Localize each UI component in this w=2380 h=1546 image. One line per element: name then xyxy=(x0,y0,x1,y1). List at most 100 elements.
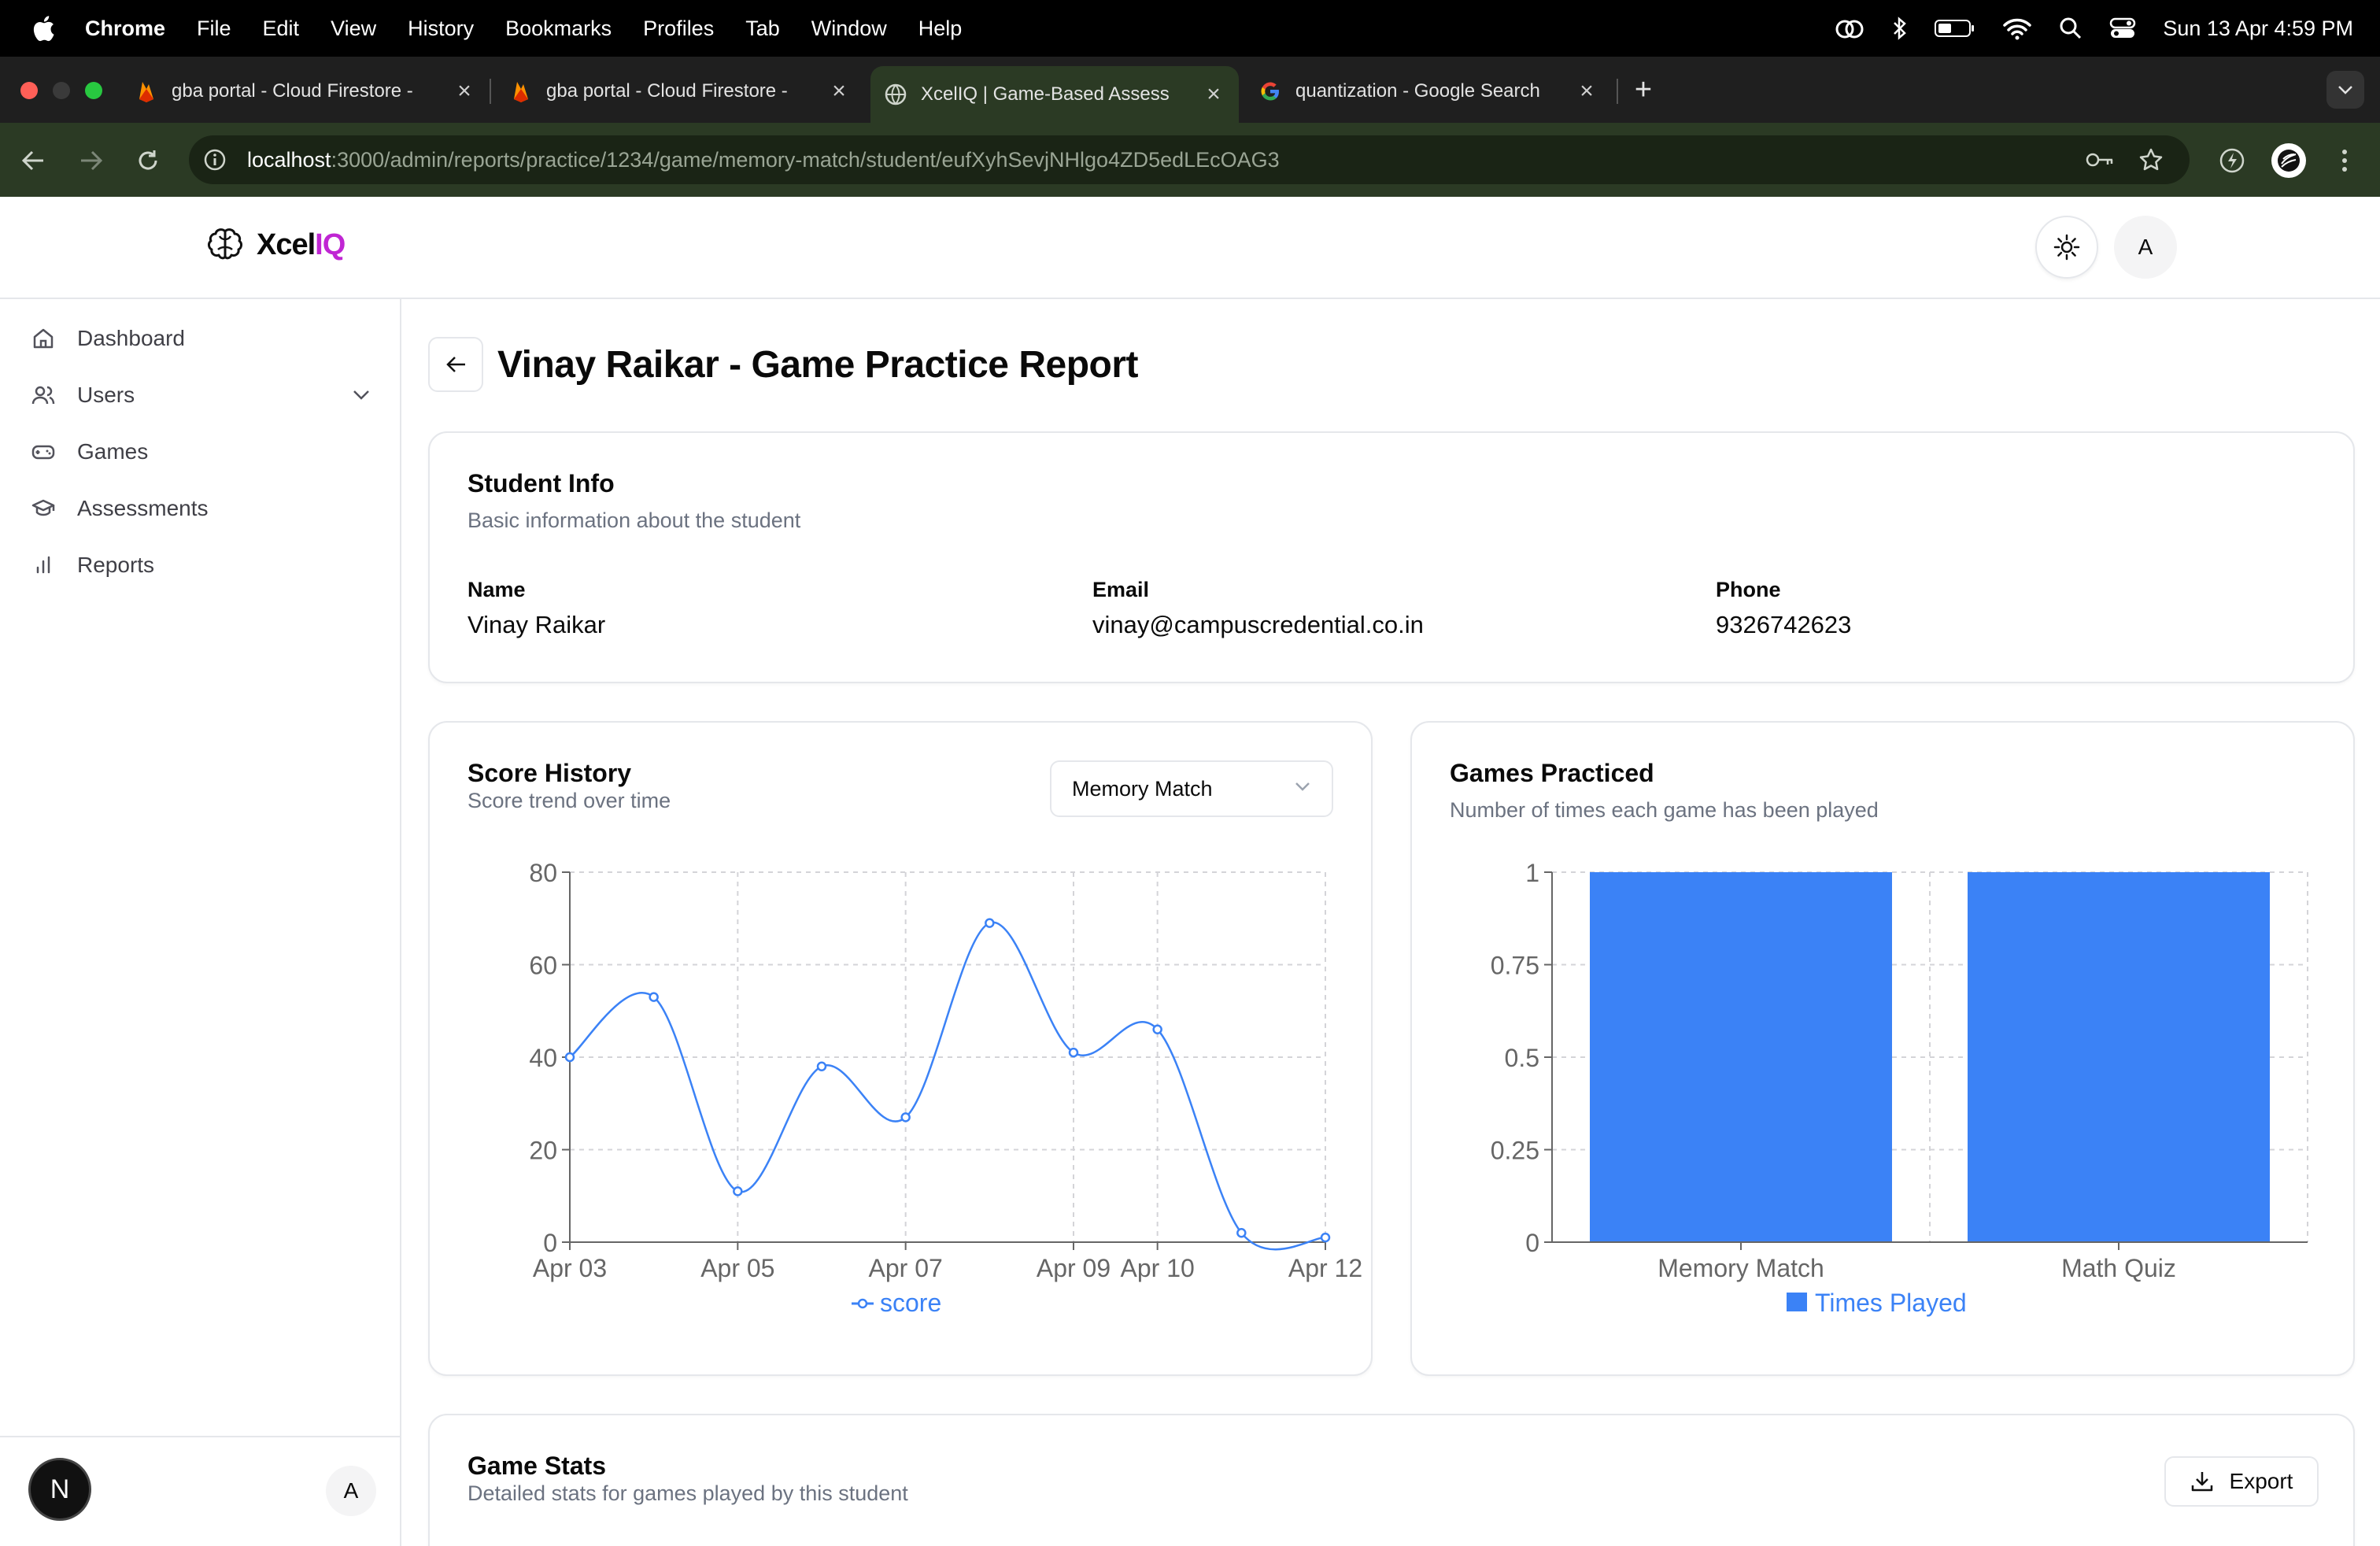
bluetooth-icon[interactable] xyxy=(1892,16,1908,41)
download-icon xyxy=(2191,1472,2212,1492)
browser-tab-2[interactable]: gba portal - Cloud Firestore - × xyxy=(510,66,850,117)
back-button[interactable] xyxy=(428,337,483,392)
game-select-dropdown[interactable]: Memory Match xyxy=(1050,760,1333,817)
menu-tab[interactable]: Tab xyxy=(745,17,780,41)
menu-help[interactable]: Help xyxy=(918,17,963,41)
y-tick-label: 20 xyxy=(529,1137,557,1165)
sidebar-footer: N A xyxy=(0,1436,401,1546)
address-url-text: localhost:3000/admin/reports/practice/12… xyxy=(247,135,1280,184)
bookmark-star-icon[interactable] xyxy=(2138,146,2164,173)
extension-bolt-icon[interactable] xyxy=(2216,145,2248,176)
menu-view[interactable]: View xyxy=(331,17,376,41)
firebase-icon xyxy=(135,80,157,102)
theme-toggle-button[interactable] xyxy=(2035,216,2098,279)
user-avatar[interactable]: A xyxy=(2114,216,2177,279)
score-history-title: Score History xyxy=(468,759,632,787)
name-value: Vinay Raikar xyxy=(468,611,606,638)
games-practiced-title: Games Practiced xyxy=(1450,759,1654,787)
new-tab-plus-icon[interactable]: + xyxy=(1629,73,1658,106)
bar-math-quiz xyxy=(1968,872,2270,1242)
tab-close-button[interactable]: × xyxy=(1576,80,1598,103)
avatar-initial: A xyxy=(2138,235,2153,259)
x-tick-label: Apr 07 xyxy=(869,1254,943,1282)
tab-title: XcelIQ | Game-Based Assess xyxy=(921,83,1170,105)
menu-file[interactable]: File xyxy=(197,17,231,41)
macos-menubar: Chrome File Edit View History Bookmarks … xyxy=(0,0,2380,57)
nextjs-badge[interactable]: N xyxy=(28,1458,91,1521)
more-options-icon[interactable] xyxy=(2333,145,2356,176)
tab-search-dropdown-icon[interactable] xyxy=(2326,71,2364,109)
menu-window[interactable]: Window xyxy=(811,17,887,41)
x-tick-label: Apr 09 xyxy=(1037,1254,1111,1282)
password-key-icon[interactable] xyxy=(2086,146,2114,173)
legend-label: score xyxy=(880,1289,941,1317)
export-label: Export xyxy=(2229,1469,2293,1493)
avatar-initial: A xyxy=(343,1478,359,1503)
back-arrow-icon[interactable] xyxy=(17,145,49,176)
site-info-icon[interactable] xyxy=(203,148,227,172)
spotlight-search-icon[interactable] xyxy=(2059,17,2082,40)
badge-letter: N xyxy=(50,1474,70,1504)
control-center-icon[interactable] xyxy=(2109,17,2136,40)
x-tick-label: Apr 10 xyxy=(1121,1254,1195,1282)
sidebar-item-label: Assessments xyxy=(77,496,209,520)
game-stats-card xyxy=(428,1414,2355,1546)
menu-profiles[interactable]: Profiles xyxy=(643,17,714,41)
y-tick-label: 0.25 xyxy=(1491,1137,1539,1165)
users-icon xyxy=(31,386,55,405)
score-point xyxy=(1152,1024,1162,1034)
y-tick-label: 0 xyxy=(543,1229,557,1257)
sidebar-item-users[interactable]: Users xyxy=(31,379,370,411)
legend-swatch xyxy=(1787,1293,1807,1311)
sidebar-item-label: Reports xyxy=(77,553,155,577)
apple-logo-icon[interactable] xyxy=(31,15,55,42)
chevron-down-icon[interactable] xyxy=(353,390,370,401)
window-minimize-button[interactable] xyxy=(53,82,70,99)
sidebar-item-dashboard[interactable]: Dashboard xyxy=(31,323,185,354)
score-point xyxy=(985,918,995,928)
browser-tab-active[interactable]: XcelIQ | Game-Based Assess × xyxy=(870,66,1239,123)
window-close-button[interactable] xyxy=(20,82,38,99)
legend-point-marker xyxy=(857,1298,868,1309)
y-tick-label: 60 xyxy=(529,952,557,980)
sidebar-item-label: Games xyxy=(77,439,149,464)
logo-text: Xcel xyxy=(257,227,316,261)
tab-close-button[interactable]: × xyxy=(453,80,475,103)
tab-close-button[interactable]: × xyxy=(1203,83,1225,106)
gamepad-icon xyxy=(31,445,55,460)
sidebar-item-assessments[interactable]: Assessments xyxy=(31,493,209,524)
xceliq-logo[interactable]: Xcel IQ xyxy=(206,227,346,263)
tab-close-button[interactable]: × xyxy=(828,80,850,103)
tab-title: gba portal - Cloud Firestore - xyxy=(172,80,413,102)
browser-tab-1[interactable]: gba portal - Cloud Firestore - × xyxy=(135,66,475,117)
y-tick-label: 40 xyxy=(529,1044,557,1072)
reload-icon[interactable] xyxy=(132,145,164,176)
brain-icon xyxy=(208,228,242,260)
games-practiced-subtitle: Number of times each game has been playe… xyxy=(1450,798,1879,822)
globe-icon xyxy=(885,83,907,105)
games-practiced-chart: 0 0.25 0.5 0.75 1 Memory Match Math Quiz Times … xyxy=(1491,859,2308,1317)
menubar-clock[interactable]: Sun 13 Apr 4:59 PM xyxy=(2163,17,2353,41)
menu-history[interactable]: History xyxy=(408,17,474,41)
browser-tab-4[interactable]: quantization - Google Search × xyxy=(1259,66,1598,117)
bar-memory-match xyxy=(1590,872,1892,1242)
sidebar-item-reports[interactable]: Reports xyxy=(31,549,154,581)
battery-icon[interactable] xyxy=(1935,18,1975,39)
forward-arrow-icon[interactable] xyxy=(76,145,107,176)
y-tick-label: 80 xyxy=(529,859,557,887)
creative-cloud-icon[interactable] xyxy=(1834,17,1865,40)
x-tick-label: Memory Match xyxy=(1658,1254,1824,1282)
arrow-left-icon xyxy=(446,357,465,372)
menu-edit[interactable]: Edit xyxy=(263,17,300,41)
wifi-icon[interactable] xyxy=(2002,17,2032,40)
export-button[interactable]: Export xyxy=(2164,1456,2319,1507)
score-history-chart: 0 20 40 60 80 Apr 03 Apr 05 Apr 07 Apr 09 Apr 10 A… xyxy=(529,859,1362,1317)
menu-app-name[interactable]: Chrome xyxy=(85,17,165,41)
sidebar-item-games[interactable]: Games xyxy=(31,436,148,468)
legend-label: Times Played xyxy=(1815,1289,1967,1317)
address-bar[interactable]: localhost:3000/admin/reports/practice/12… xyxy=(189,135,2190,184)
window-maximize-button[interactable] xyxy=(85,82,102,99)
sidebar-user-avatar[interactable]: A xyxy=(326,1466,376,1516)
menu-bookmarks[interactable]: Bookmarks xyxy=(505,17,612,41)
profile-avatar-icon[interactable] xyxy=(2271,143,2306,178)
